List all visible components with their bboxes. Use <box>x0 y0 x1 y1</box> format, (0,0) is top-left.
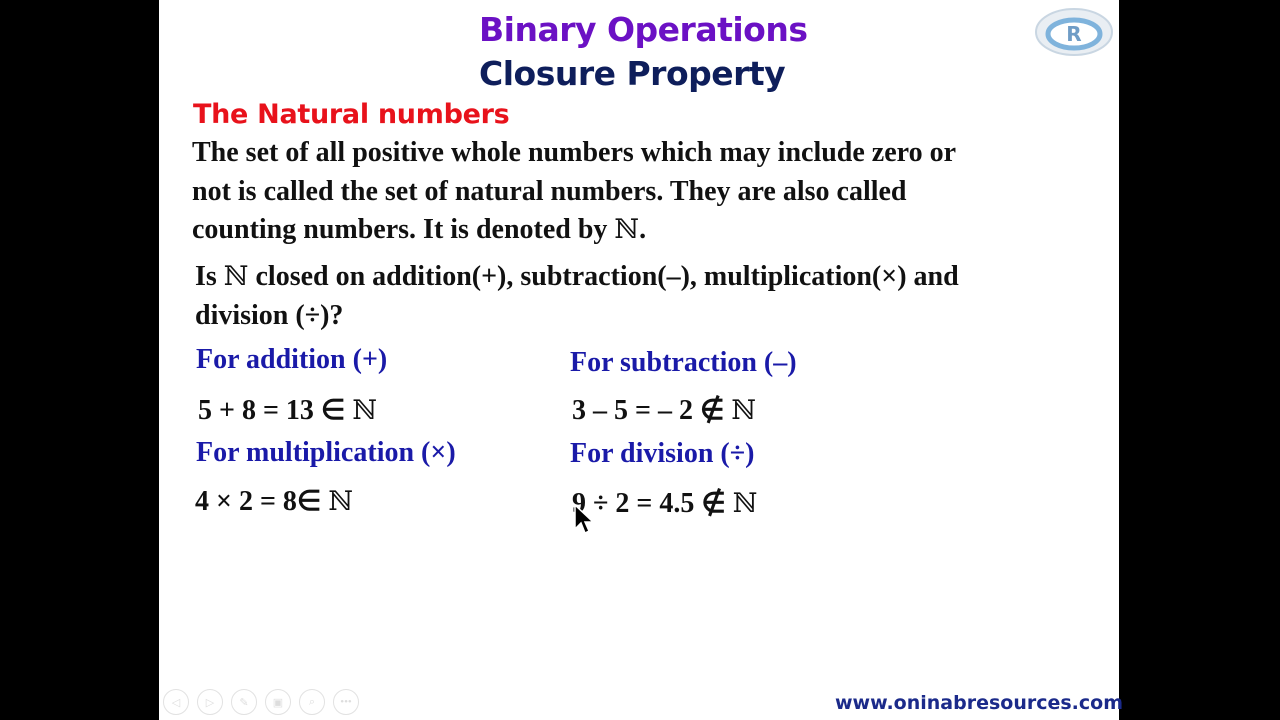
addition-expr: 5 + 8 = 13 ∈ <box>198 395 353 426</box>
question-text: Is ℕ closed on addition(+), subtraction(… <box>195 257 1095 335</box>
naturals-symbol: ℕ <box>732 488 758 519</box>
question-line-1: Is ℕ closed on addition(+), subtraction(… <box>195 257 1095 296</box>
slide-subtitle: Closure Property <box>479 54 786 93</box>
naturals-symbol: ℕ <box>223 261 249 292</box>
addition-heading: For addition (+) <box>196 344 388 375</box>
question-prefix: Is <box>195 261 224 292</box>
subtraction-example: 3 – 5 = – 2 ∉ ℕ <box>572 393 756 427</box>
question-line-2: division (÷)? <box>195 300 344 331</box>
question-suffix: closed on addition(+), subtraction(–), m… <box>248 261 959 292</box>
slide: Binary Operations Closure Property R The… <box>159 0 1123 720</box>
division-heading: For division (÷) <box>570 438 755 469</box>
definition-period: . <box>639 214 647 245</box>
previous-slide-button[interactable]: ◁ <box>163 689 189 715</box>
next-slide-button[interactable]: ▷ <box>197 689 223 715</box>
definition-text: The set of all positive whole numbers wh… <box>192 134 1092 250</box>
subtraction-heading: For subtraction (–) <box>570 347 797 378</box>
mouse-cursor-icon <box>574 503 595 535</box>
slideshow-controls: ◁ ▷ ✎ ▣ ⌕ ••• <box>163 689 359 715</box>
multiplication-example: 4 × 2 = 8∈ ℕ <box>195 484 353 518</box>
more-options-button[interactable]: ••• <box>333 689 359 715</box>
logo-icon: R <box>1035 8 1113 56</box>
division-example: 9 ÷ 2 = 4.5 ∉ ℕ <box>572 486 757 520</box>
definition-line-3: counting numbers. It is denoted by ℕ. <box>192 211 1092 250</box>
definition-line-1: The set of all positive whole numbers wh… <box>192 137 957 168</box>
definition-line-3-text: counting numbers. It is denoted by <box>192 214 615 245</box>
see-all-slides-button[interactable]: ▣ <box>265 689 291 715</box>
slide-title: Binary Operations <box>479 10 808 49</box>
section-heading: The Natural numbers <box>193 99 510 130</box>
naturals-symbol: ℕ <box>352 395 377 426</box>
naturals-symbol: ℕ <box>614 214 640 245</box>
addition-example: 5 + 8 = 13 ∈ ℕ <box>198 393 377 427</box>
division-expr: 9 ÷ 2 = 4.5 ∉ <box>572 488 733 519</box>
naturals-symbol: ℕ <box>328 486 353 517</box>
multiplication-heading: For multiplication (×) <box>196 437 456 468</box>
multiplication-expr: 4 × 2 = 8∈ <box>195 486 329 517</box>
subtraction-expr: 3 – 5 = – 2 ∉ <box>572 395 732 426</box>
definition-line-2: not is called the set of natural numbers… <box>192 175 907 207</box>
zoom-button[interactable]: ⌕ <box>299 689 325 715</box>
svg-text:R: R <box>1066 22 1081 46</box>
naturals-symbol: ℕ <box>731 395 757 426</box>
pen-tool-button[interactable]: ✎ <box>231 689 257 715</box>
website-link: www.oninabresources.com <box>835 692 1124 714</box>
